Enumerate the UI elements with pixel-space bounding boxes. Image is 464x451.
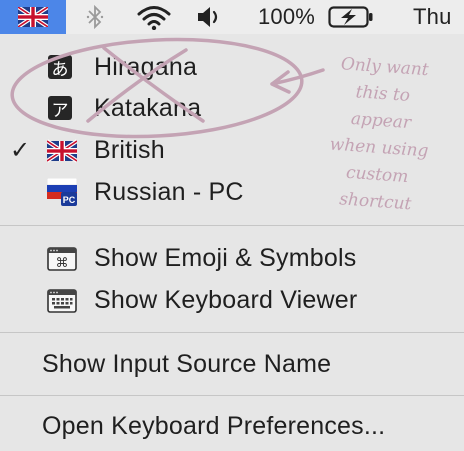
- checkmark-icon: ✓: [10, 137, 31, 164]
- uk-flag-icon: [47, 139, 77, 163]
- wifi-status[interactable]: [137, 0, 171, 34]
- menu-item-show-keyboard-viewer[interactable]: Show Keyboard Viewer: [0, 280, 464, 320]
- russia-flag-icon: PC: [47, 178, 77, 206]
- menu-item-open-keyboard-preferences[interactable]: Open Keyboard Preferences...: [0, 406, 464, 446]
- hiragana-icon: あ: [48, 55, 78, 80]
- menu-item-show-input-source-name[interactable]: Show Input Source Name: [0, 344, 464, 384]
- katakana-icon: ア: [48, 96, 78, 121]
- menu-item-label: Hiragana: [94, 52, 198, 81]
- wifi-icon: [137, 6, 171, 30]
- menu-separator: [0, 225, 464, 226]
- menu-item-label: Show Input Source Name: [42, 349, 332, 378]
- menu-item-label: Katakana: [94, 93, 202, 122]
- menu-item-label: British: [94, 135, 165, 164]
- keyboard-viewer-icon: [47, 289, 77, 313]
- menu-item-label: Open Keyboard Preferences...: [42, 411, 386, 440]
- pc-badge: PC: [63, 195, 76, 205]
- menu-separator: [0, 332, 464, 333]
- uk-flag-icon: [18, 7, 48, 27]
- clock-day: Thu: [413, 4, 452, 29]
- svg-text:⌘: ⌘: [56, 256, 69, 271]
- menu-item-label: Russian - PC: [94, 177, 244, 206]
- volume-icon: [198, 7, 218, 27]
- battery-percent-text: 100%: [258, 4, 316, 29]
- menu-bar: 100% Thu: [0, 0, 464, 34]
- volume-status[interactable]: [196, 0, 224, 34]
- battery-status[interactable]: [328, 0, 376, 34]
- battery-percentage[interactable]: 100%: [258, 0, 315, 34]
- battery-charging-icon: [328, 6, 373, 28]
- bluetooth-status[interactable]: [84, 0, 106, 34]
- menu-item-label: Show Keyboard Viewer: [94, 285, 358, 314]
- menu-separator: [0, 395, 464, 396]
- menu-item-show-emoji-symbols[interactable]: ⌘ Show Emoji & Symbols: [0, 238, 464, 278]
- emoji-symbols-icon: ⌘: [47, 247, 77, 271]
- annotation-note: Only want this to appear when using cust…: [329, 54, 430, 215]
- menu-item-label: Show Emoji & Symbols: [94, 243, 357, 272]
- bluetooth-icon: [86, 4, 104, 30]
- input-source-menu-button[interactable]: [0, 0, 66, 34]
- clock[interactable]: Thu: [413, 0, 452, 34]
